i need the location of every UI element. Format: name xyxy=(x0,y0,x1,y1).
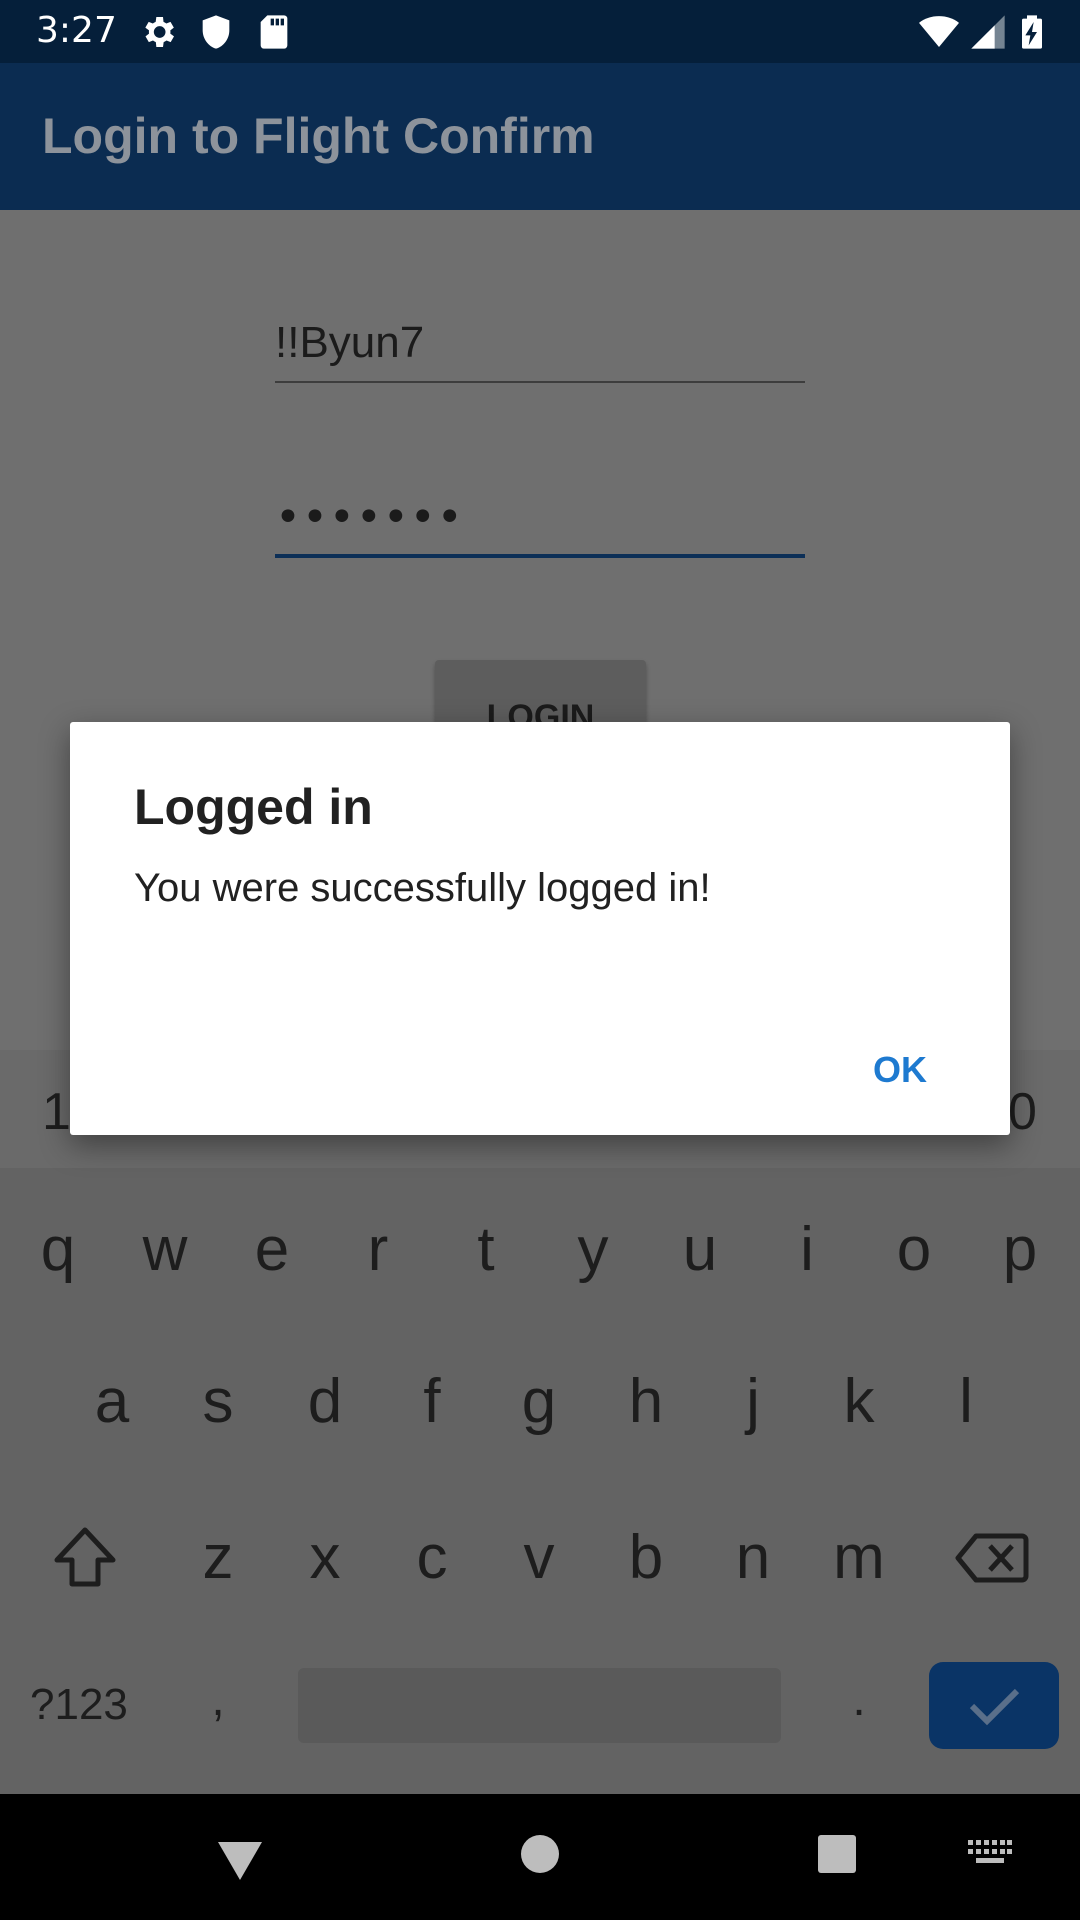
battery-charging-icon xyxy=(1012,12,1052,52)
key-k[interactable]: k xyxy=(809,1352,909,1462)
key-u[interactable]: u xyxy=(650,1200,750,1310)
key-x[interactable]: x xyxy=(275,1508,375,1618)
home-icon[interactable] xyxy=(520,1834,560,1878)
shield-icon xyxy=(196,12,236,52)
key-0[interactable]: 0 xyxy=(1008,1082,1037,1142)
username-input[interactable]: !!Byun7 xyxy=(275,310,805,383)
key-r[interactable]: r xyxy=(328,1200,428,1310)
dialog-message: You were successfully logged in! xyxy=(134,866,711,910)
key-y[interactable]: y xyxy=(543,1200,643,1310)
backspace-icon[interactable] xyxy=(944,1508,1044,1618)
key-c[interactable]: c xyxy=(382,1508,482,1618)
key-p[interactable]: p xyxy=(970,1200,1070,1310)
password-value: ••••••• xyxy=(275,492,464,543)
shift-icon[interactable] xyxy=(35,1508,135,1618)
key-1[interactable]: 1 xyxy=(42,1082,71,1142)
navigation-bar xyxy=(0,1794,1080,1920)
key-z[interactable]: z xyxy=(168,1508,268,1618)
key-l[interactable]: l xyxy=(916,1352,1016,1462)
wifi-icon xyxy=(918,12,959,52)
status-time: 3:27 xyxy=(36,10,117,51)
symbols-key[interactable]: ?123 xyxy=(30,1680,128,1730)
key-w[interactable]: w xyxy=(115,1200,215,1310)
key-j[interactable]: j xyxy=(703,1352,803,1462)
check-icon xyxy=(969,1688,1020,1726)
key-q[interactable]: q xyxy=(8,1200,108,1310)
key-i[interactable]: i xyxy=(757,1200,857,1310)
key-o[interactable]: o xyxy=(864,1200,964,1310)
key-m[interactable]: m xyxy=(809,1508,909,1618)
key-h[interactable]: h xyxy=(596,1352,696,1462)
back-icon[interactable] xyxy=(215,1838,265,1888)
enter-key[interactable] xyxy=(929,1662,1059,1749)
recents-icon[interactable] xyxy=(817,1834,857,1878)
logged-in-dialog: Logged in You were successfully logged i… xyxy=(70,722,1010,1135)
key-e[interactable]: e xyxy=(222,1200,322,1310)
app-title: Login to Flight Confirm xyxy=(42,108,595,164)
soft-keyboard: 1 0 q w e r t y u i o p a s d f g h j k … xyxy=(0,1050,1080,1794)
status-bar: 3:27 xyxy=(0,0,1080,63)
signal-icon xyxy=(968,12,1008,52)
app-bar: Login to Flight Confirm xyxy=(0,63,1080,210)
key-a[interactable]: a xyxy=(62,1352,162,1462)
key-s[interactable]: s xyxy=(168,1352,268,1462)
key-f[interactable]: f xyxy=(382,1352,482,1462)
ok-button[interactable]: OK xyxy=(850,1040,950,1100)
key-d[interactable]: d xyxy=(275,1352,375,1462)
key-v[interactable]: v xyxy=(489,1508,589,1618)
gear-icon xyxy=(138,12,178,52)
username-value: !!Byun7 xyxy=(275,318,425,367)
key-b[interactable]: b xyxy=(596,1508,696,1618)
key-g[interactable]: g xyxy=(489,1352,589,1462)
keyboard-switch-icon[interactable] xyxy=(968,1840,1012,1872)
password-input[interactable]: ••••••• xyxy=(275,490,805,558)
key-t[interactable]: t xyxy=(436,1200,536,1310)
comma-key[interactable]: , xyxy=(168,1650,268,1760)
space-key[interactable] xyxy=(298,1668,781,1743)
period-key[interactable]: . xyxy=(809,1650,909,1760)
key-n[interactable]: n xyxy=(703,1508,803,1618)
dialog-title: Logged in xyxy=(134,779,373,835)
sd-card-icon xyxy=(254,12,294,52)
